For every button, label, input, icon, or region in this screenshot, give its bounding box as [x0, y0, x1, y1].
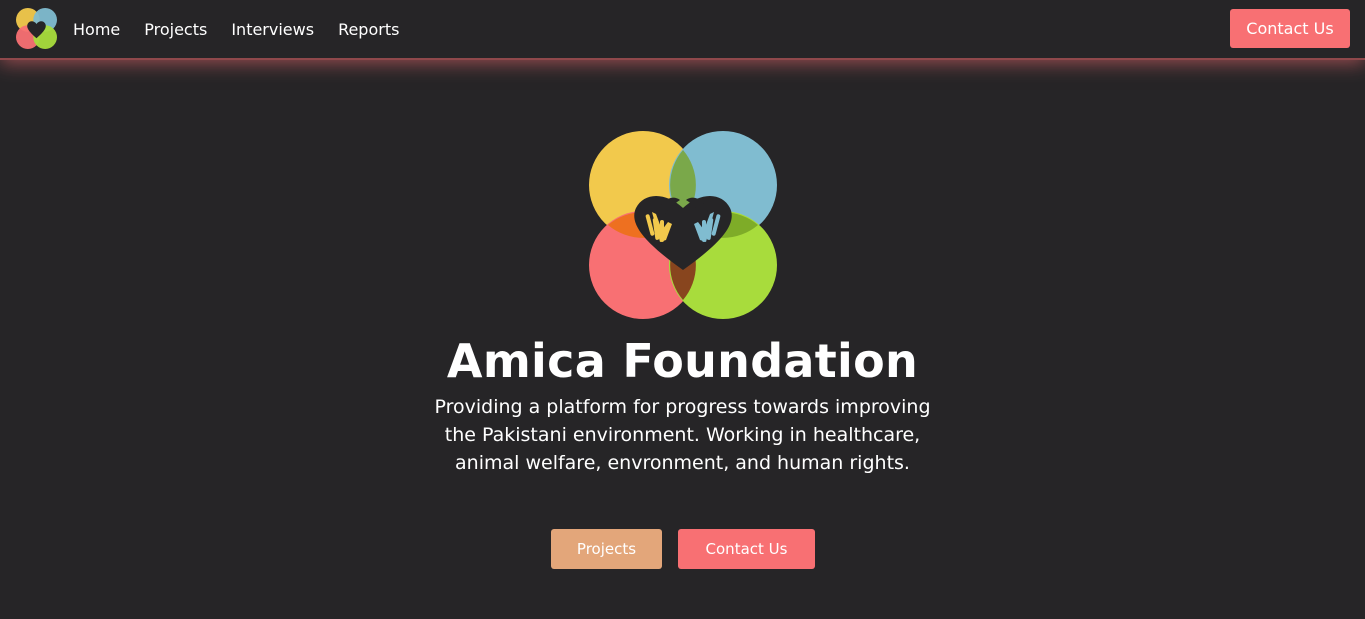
projects-button[interactable]: Projects: [551, 529, 662, 569]
nav-home-link[interactable]: Home: [73, 20, 120, 39]
nav-interviews-link[interactable]: Interviews: [231, 20, 314, 39]
hero-description: Providing a platform for progress toward…: [434, 396, 931, 474]
nav-projects-link[interactable]: Projects: [144, 20, 207, 39]
nav-links: Home Projects Interviews Reports: [73, 0, 423, 58]
amica-logo-icon[interactable]: [16, 8, 57, 49]
contact-us-button[interactable]: Contact Us: [678, 529, 815, 569]
nav-contact-button[interactable]: Contact Us: [1230, 9, 1350, 48]
hero-buttons: Projects Contact Us: [551, 529, 815, 569]
navbar: Home Projects Interviews Reports Contact…: [0, 0, 1365, 60]
amica-logo-icon: [589, 131, 777, 319]
hero-title: Amica Foundation: [446, 334, 919, 388]
hero-section: Amica Foundation Providing a platform fo…: [0, 60, 1365, 619]
nav-reports-link[interactable]: Reports: [338, 20, 399, 39]
